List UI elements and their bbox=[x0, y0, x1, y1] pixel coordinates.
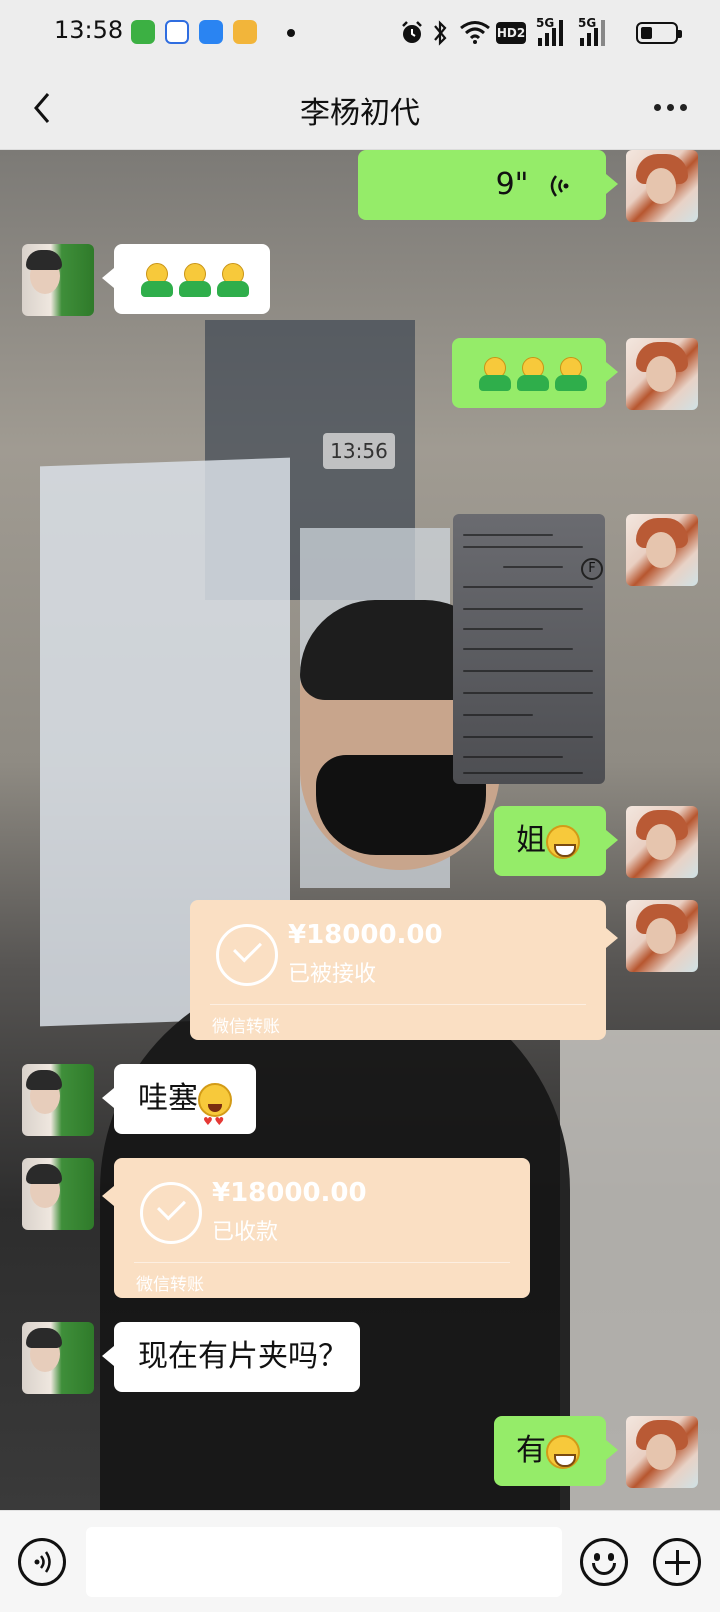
voice-wave-icon bbox=[34, 1551, 51, 1573]
baidu-icon bbox=[165, 20, 189, 44]
emoji-picker-button[interactable] bbox=[580, 1538, 628, 1586]
weibo-icon bbox=[233, 20, 257, 44]
text-message[interactable]: 姐 bbox=[494, 806, 618, 876]
hd-icon: HD2 bbox=[496, 22, 526, 44]
heart-eyes-emoji bbox=[198, 1082, 232, 1157]
more-notifications-dot bbox=[287, 29, 295, 37]
battery-icon bbox=[636, 22, 682, 44]
wechat-icon bbox=[131, 20, 155, 44]
signal-icon-2: 5G bbox=[578, 16, 610, 46]
my-avatar[interactable] bbox=[626, 338, 698, 410]
my-avatar[interactable] bbox=[626, 514, 698, 586]
transfer-amount: ¥18000.00 bbox=[212, 1178, 367, 1208]
transfer-footer: 微信转账 bbox=[136, 1275, 204, 1295]
my-avatar[interactable] bbox=[626, 900, 698, 972]
message-text: 有 bbox=[516, 1433, 546, 1468]
contact-avatar[interactable] bbox=[22, 1064, 94, 1136]
transfer-amount: ¥18000.00 bbox=[288, 920, 443, 950]
message-text: 现在有片夹吗？ bbox=[138, 1339, 348, 1374]
voice-duration: 9" bbox=[495, 167, 529, 202]
image-message[interactable]: F bbox=[453, 514, 605, 784]
hug-emoji bbox=[517, 356, 549, 391]
status-bar: 13:58 HD2 5G 5G bbox=[0, 0, 720, 66]
voice-wave-icon bbox=[550, 174, 569, 197]
text-message[interactable]: 现在有片夹吗？ bbox=[102, 1322, 360, 1392]
alarm-icon bbox=[402, 21, 422, 43]
wifi-icon bbox=[460, 21, 490, 44]
emoji-message[interactable] bbox=[102, 244, 270, 314]
grin-emoji bbox=[546, 824, 580, 859]
text-message[interactable]: 哇塞 bbox=[102, 1064, 256, 1157]
input-bar bbox=[0, 1510, 720, 1612]
chat-title: 李杨初代 bbox=[300, 96, 420, 131]
message-text: 姐 bbox=[516, 823, 546, 858]
hug-emoji bbox=[179, 262, 211, 297]
browser-icon bbox=[199, 20, 223, 44]
hug-emoji bbox=[479, 356, 511, 391]
message-input[interactable] bbox=[86, 1527, 562, 1597]
signal-icon: 5G bbox=[536, 16, 568, 46]
bluetooth-icon bbox=[434, 20, 447, 46]
text-message[interactable]: 有 bbox=[494, 1416, 618, 1486]
contact-avatar[interactable] bbox=[22, 1158, 94, 1230]
voice-message[interactable]: 9" bbox=[358, 150, 618, 220]
transfer-footer: 微信转账 bbox=[212, 1017, 280, 1037]
transfer-card-collected[interactable]: ¥18000.00 已收款 微信转账 bbox=[102, 1158, 530, 1298]
emoji-message[interactable] bbox=[452, 338, 618, 408]
status-time: 13:58 bbox=[54, 16, 124, 44]
my-avatar[interactable] bbox=[626, 150, 698, 222]
hug-emoji bbox=[141, 262, 173, 297]
transfer-status: 已收款 bbox=[212, 1220, 279, 1245]
message-text: 哇塞 bbox=[138, 1081, 198, 1116]
transfer-status: 已被接收 bbox=[288, 962, 377, 987]
my-avatar[interactable] bbox=[626, 1416, 698, 1488]
grin-emoji bbox=[546, 1434, 580, 1469]
hug-emoji bbox=[555, 356, 587, 391]
transfer-card-received[interactable]: ¥18000.00 已被接收 微信转账 bbox=[190, 900, 618, 1040]
contact-avatar[interactable] bbox=[22, 1322, 94, 1394]
more-options-icon[interactable] bbox=[650, 104, 690, 114]
check-circle-icon bbox=[216, 924, 278, 986]
message-timestamp: 13:56 bbox=[323, 433, 395, 469]
voice-input-button[interactable] bbox=[18, 1538, 66, 1586]
more-actions-button[interactable] bbox=[653, 1538, 701, 1586]
check-circle-icon bbox=[140, 1182, 202, 1244]
contact-avatar[interactable] bbox=[22, 244, 94, 316]
chat-header: 李杨初代 bbox=[0, 66, 720, 150]
hug-emoji bbox=[217, 262, 249, 297]
photo-circled-letter: F bbox=[581, 558, 603, 580]
my-avatar[interactable] bbox=[626, 806, 698, 878]
